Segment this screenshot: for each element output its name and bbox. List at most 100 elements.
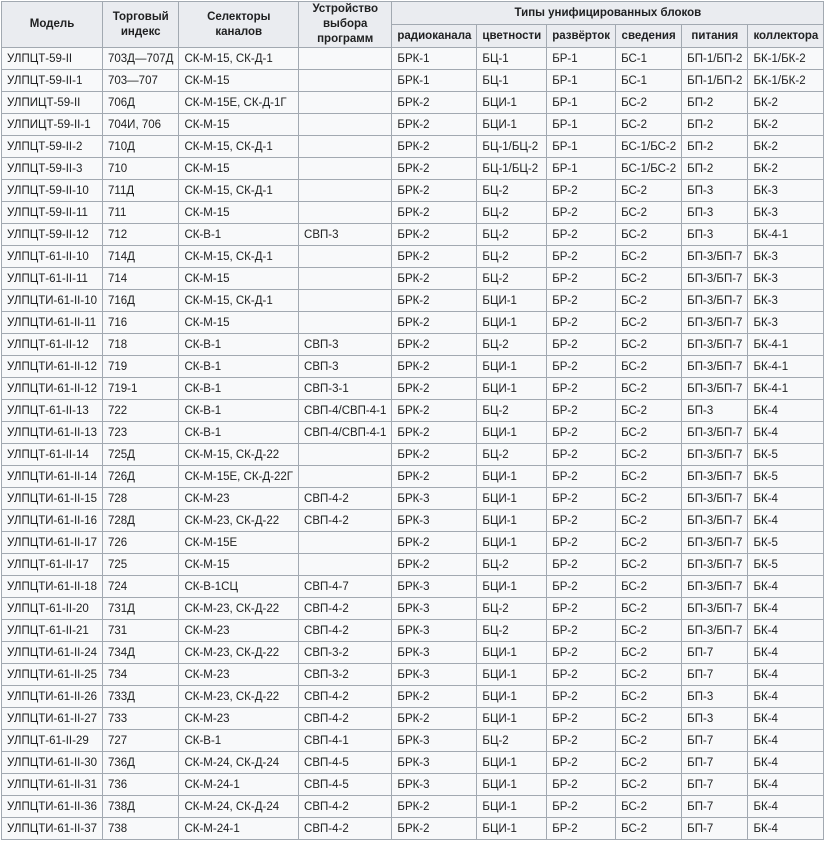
cell-index: 704И, 706: [101, 113, 180, 136]
cell-model: УЛПЦТ-59-II-10: [1, 179, 103, 202]
table-row: УЛПЦТИ-61-II-17 726 СК-М-15Е БРК-2 БЦИ-1 БР-2…: [1, 531, 824, 554]
cell-block-convergence: БС-2: [615, 245, 683, 268]
cell-model: УЛПЦТИ-61-II-17: [1, 531, 103, 554]
cell-block-collector: БК-4-1: [747, 333, 824, 356]
cell-program-device: [298, 267, 393, 290]
table-row: УЛПЦТ-59-II-3 710 СК-М-15 БРК-2 БЦ-1/БЦ-2 БР-…: [1, 157, 824, 180]
cell-block-radio: БРК-3: [391, 487, 478, 510]
cell-model: УЛПЦТ-59-II-3: [1, 157, 103, 180]
cell-selectors: СК-М-15: [178, 267, 300, 290]
cell-block-collector: БК-4: [747, 575, 824, 598]
tv-models-table: Модель Торговый индекс Селекторы каналов…: [1, 1, 824, 840]
cell-block-sweep: БР-2: [546, 509, 617, 532]
cell-selectors: СК-М-15Е, СК-Д-1Г: [178, 91, 300, 114]
table-row: УЛПЦТ-59-II-1 703—707 СК-М-15 БРК-1 БЦ-1 БР-1…: [1, 69, 824, 92]
cell-block-collector: БК-4-1: [747, 377, 824, 400]
cell-block-radio: БРК-2: [391, 113, 478, 136]
cell-index: 725: [101, 553, 180, 576]
cell-model: УЛПЦТИ-61-II-11: [1, 311, 103, 334]
cell-block-color: БЦИ-1: [476, 795, 548, 818]
cell-block-collector: БК-4: [747, 421, 824, 444]
cell-block-radio: БРК-2: [391, 179, 478, 202]
cell-block-convergence: БС-2: [615, 795, 683, 818]
cell-block-convergence: БС-2: [615, 311, 683, 334]
cell-block-sweep: БР-2: [546, 421, 617, 444]
header-block-convergence: сведения: [615, 24, 683, 48]
cell-block-sweep: БР-2: [546, 223, 617, 246]
cell-block-sweep: БР-1: [546, 157, 617, 180]
cell-block-collector: БК-5: [747, 531, 824, 554]
cell-block-collector: БК-3: [747, 267, 824, 290]
cell-block-radio: БРК-2: [391, 707, 478, 730]
cell-block-convergence: БС-2: [615, 575, 683, 598]
table-row: УЛПЦТИ-61-II-37 738 СК-М-24-1 СВП-4-2 БРК-2 Б…: [1, 817, 824, 840]
cell-selectors: СК-М-23, СК-Д-22: [178, 597, 300, 620]
cell-block-convergence: БС-1/БС-2: [615, 135, 683, 158]
cell-selectors: СК-М-15, СК-Д-22: [178, 443, 300, 466]
cell-block-sweep: БР-1: [546, 91, 617, 114]
cell-block-collector: БК-4: [747, 707, 824, 730]
cell-block-sweep: БР-2: [546, 729, 617, 752]
cell-block-sweep: БР-2: [546, 553, 617, 576]
cell-selectors: СК-В-1: [178, 223, 300, 246]
cell-program-device: [298, 553, 393, 576]
cell-block-convergence: БС-2: [615, 707, 683, 730]
cell-block-color: БЦ-1/БЦ-2: [476, 157, 548, 180]
cell-program-device: СВП-3-1: [298, 377, 393, 400]
cell-block-radio: БРК-2: [391, 135, 478, 158]
cell-block-sweep: БР-2: [546, 663, 617, 686]
cell-block-power: БП-3/БП-7: [681, 575, 749, 598]
cell-index: 738Д: [101, 795, 180, 818]
cell-selectors: СК-М-15: [178, 553, 300, 576]
cell-model: УЛПЦТИ-61-II-14: [1, 465, 103, 488]
cell-program-device: СВП-4/СВП-4-1: [298, 421, 393, 444]
cell-block-convergence: БС-1/БС-2: [615, 157, 683, 180]
cell-model: УЛПЦТ-59-II: [1, 47, 103, 70]
table-row: УЛПЦТИ-61-II-36 738Д СК-М-24, СК-Д-24 СВП-4…: [1, 795, 824, 818]
cell-block-power: БП-3/БП-7: [681, 619, 749, 642]
table-row: УЛПЦТ-59-II 703Д—707Д СК-М-15, СК-Д-1 БРК-1…: [1, 47, 824, 70]
cell-selectors: СК-М-23, СК-Д-22: [178, 509, 300, 532]
cell-model: УЛПИЦТ-59-II-1: [1, 113, 103, 136]
table-row: УЛПЦТ-61-II-21 731 СК-М-23 СВП-4-2 БРК-3 БЦ-2…: [1, 619, 824, 642]
cell-index: 733: [101, 707, 180, 730]
cell-block-color: БЦИ-1: [476, 113, 548, 136]
cell-selectors: СК-М-23: [178, 487, 300, 510]
cell-block-power: БП-3/БП-7: [681, 355, 749, 378]
cell-program-device: СВП-4/СВП-4-1: [298, 399, 393, 422]
cell-index: 734Д: [101, 641, 180, 664]
cell-program-device: СВП-3-2: [298, 641, 393, 664]
cell-block-power: БП-7: [681, 729, 749, 752]
cell-block-collector: БК-5: [747, 553, 824, 576]
cell-block-convergence: БС-2: [615, 487, 683, 510]
cell-program-device: [298, 531, 393, 554]
cell-block-color: БЦ-2: [476, 201, 548, 224]
table-row: УЛПЦТ-59-II-2 710Д СК-М-15, СК-Д-1 БРК-2 БЦ-…: [1, 135, 824, 158]
cell-program-device: [298, 311, 393, 334]
table-row: УЛПЦТИ-61-II-26 733Д СК-М-23, СК-Д-22 СВП-4…: [1, 685, 824, 708]
cell-block-sweep: БР-1: [546, 69, 617, 92]
cell-selectors: СК-М-15, СК-Д-1: [178, 289, 300, 312]
cell-block-collector: БК-4-1: [747, 223, 824, 246]
cell-block-power: БП-3/БП-7: [681, 509, 749, 532]
cell-index: 716: [101, 311, 180, 334]
cell-block-convergence: БС-2: [615, 179, 683, 202]
cell-index: 719-1: [101, 377, 180, 400]
table-row: УЛПЦТИ-61-II-18 724 СК-В-1СЦ СВП-4-7 БРК-3 БЦ…: [1, 575, 824, 598]
cell-block-color: БЦИ-1: [476, 377, 548, 400]
cell-block-radio: БРК-3: [391, 597, 478, 620]
cell-block-convergence: БС-1: [615, 47, 683, 70]
cell-selectors: СК-В-1: [178, 399, 300, 422]
cell-block-power: БП-3: [681, 223, 749, 246]
cell-selectors: СК-В-1: [178, 355, 300, 378]
cell-block-sweep: БР-2: [546, 333, 617, 356]
cell-block-power: БП-7: [681, 817, 749, 840]
header-block-radio: радиоканала: [391, 24, 478, 48]
cell-selectors: СК-М-24, СК-Д-24: [178, 795, 300, 818]
cell-model: УЛПЦТ-61-II-12: [1, 333, 103, 356]
cell-block-radio: БРК-2: [391, 553, 478, 576]
cell-index: 725Д: [101, 443, 180, 466]
table-row: УЛПЦТ-61-II-17 725 СК-М-15 БРК-2 БЦ-2 БР-2 БС-…: [1, 553, 824, 576]
cell-block-color: БЦ-1: [476, 47, 548, 70]
cell-block-color: БЦИ-1: [476, 531, 548, 554]
